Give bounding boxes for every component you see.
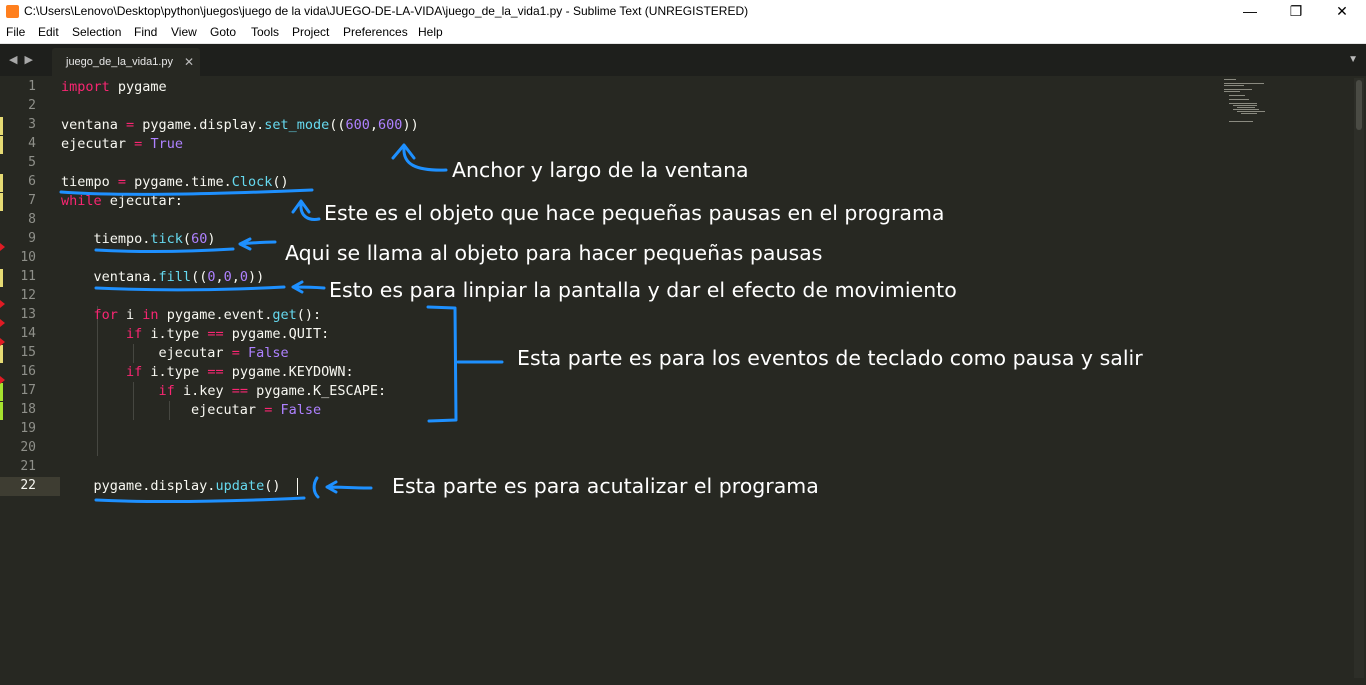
paren-mark-update — [312, 476, 320, 499]
arrow-left-tick — [238, 237, 277, 251]
arrow-left-update — [325, 480, 373, 494]
annotation-window-size: Anchor y largo de la ventana — [452, 158, 749, 182]
underline-clock — [59, 188, 314, 196]
underline-update — [94, 496, 306, 503]
underline-fill — [94, 285, 286, 292]
annotation-tick-call: Aqui se llama al objeto para hacer peque… — [285, 241, 823, 265]
arrow-left-fill — [291, 280, 326, 294]
annotation-fill-screen: Esto es para linpiar la pantalla y dar e… — [329, 278, 957, 302]
annotation-update: Esta parte es para acutalizar el program… — [392, 474, 819, 498]
bracket-events — [426, 305, 458, 423]
annotation-clock-object: Este es el objeto que hace pequeñas paus… — [324, 201, 945, 225]
annotation-events: Esta parte es para los eventos de teclad… — [517, 346, 1143, 370]
annotation-strokes — [59, 143, 504, 503]
underline-tick — [94, 247, 235, 254]
